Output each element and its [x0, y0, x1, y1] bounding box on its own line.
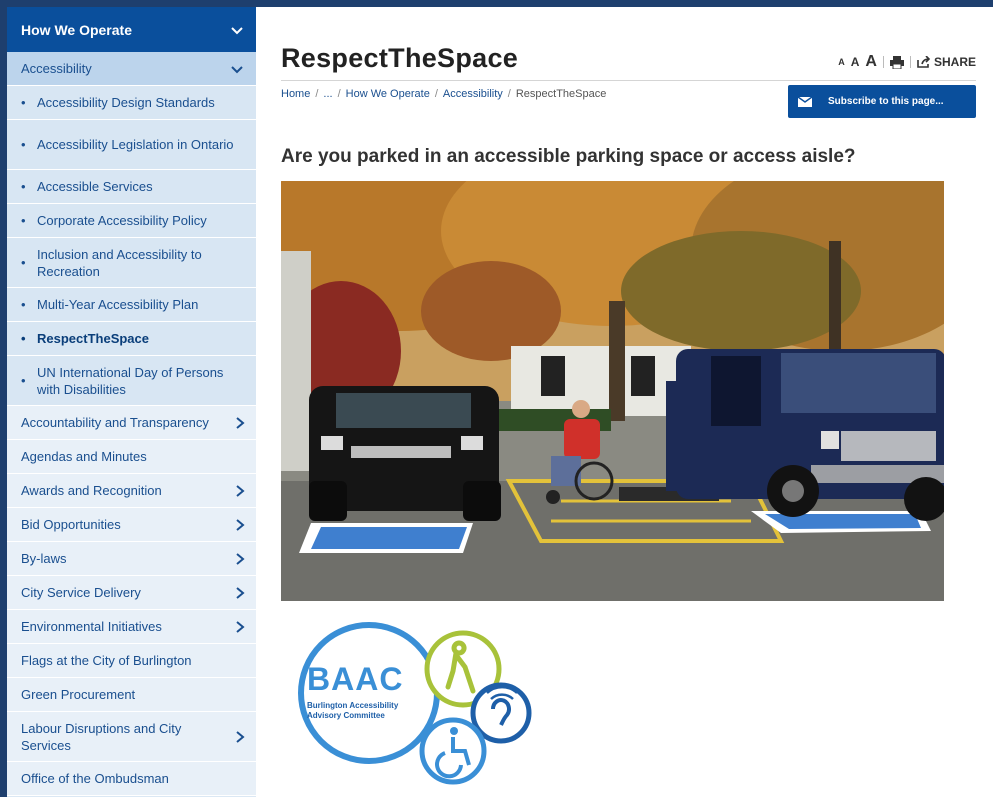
bullet-icon: •: [21, 373, 26, 388]
sidebar-subitem-label: Multi-Year Accessibility Plan: [37, 297, 199, 312]
subscribe-button[interactable]: Subscribe to this page...: [788, 85, 976, 118]
sidebar-subitem-label: Accessibility Legislation in Ontario: [37, 137, 234, 152]
sidebar-item-agendas[interactable]: Agendas and Minutes: [7, 440, 256, 474]
sidebar-subheader-label: Accessibility: [21, 61, 92, 76]
chevron-right-icon: [236, 518, 245, 531]
sidebar-item-label: Green Procurement: [21, 687, 136, 702]
sidebar-item-ombudsman[interactable]: Office of the Ombudsman: [7, 762, 256, 796]
breadcrumb: Home / ... / How We Operate / Accessibil…: [281, 88, 606, 100]
sidebar-item-label: By-laws: [21, 551, 67, 566]
baac-name-line1: Burlington Accessibility: [307, 701, 399, 710]
bullet-icon: •: [21, 331, 26, 346]
top-frame-bar: [0, 0, 993, 7]
baac-logo: BAAC Burlington Accessibility Advisory C…: [293, 621, 533, 787]
breadcrumb-separator: /: [507, 88, 511, 100]
sidebar-subitem-design-standards[interactable]: • Accessibility Design Standards: [7, 86, 256, 120]
bullet-icon: •: [21, 95, 26, 110]
bullet-icon: •: [21, 255, 26, 270]
sidebar-item-green-procurement[interactable]: Green Procurement: [7, 678, 256, 712]
bullet-icon: •: [21, 137, 26, 152]
page-title: RespectTheSpace: [281, 43, 519, 73]
bullet-icon: •: [21, 297, 26, 312]
chevron-right-icon: [236, 730, 245, 743]
sidebar-header-label: How We Operate: [21, 21, 132, 38]
sidebar-item-environmental[interactable]: Environmental Initiatives: [7, 610, 256, 644]
left-frame-bar: [0, 0, 7, 797]
breadcrumb-separator: /: [315, 88, 319, 100]
sidebar-subitem-label: Corporate Accessibility Policy: [37, 213, 207, 228]
share-icon: [917, 56, 931, 68]
sidebar-item-label: Office of the Ombudsman: [21, 771, 169, 786]
sidebar-subitem-respect-the-space[interactable]: • RespectTheSpace: [7, 322, 256, 356]
sidebar-item-bid-opportunities[interactable]: Bid Opportunities: [7, 508, 256, 542]
chevron-right-icon: [236, 416, 245, 429]
sidebar-item-label: Awards and Recognition: [21, 483, 162, 498]
sidebar-subitem-un-day[interactable]: • UN International Day of Persons with D…: [7, 356, 256, 406]
sidebar-item-label: Environmental Initiatives: [21, 619, 162, 634]
breadcrumb-home[interactable]: Home: [281, 88, 310, 100]
page-tools: A A A SHARE: [838, 53, 976, 71]
sidebar-item-bylaws[interactable]: By-laws: [7, 542, 256, 576]
breadcrumb-ellipsis[interactable]: ...: [323, 88, 332, 100]
sidebar-nav: How We Operate Accessibility • Accessibi…: [7, 7, 256, 797]
title-divider: [281, 80, 976, 81]
envelope-icon: [798, 96, 812, 107]
accessible-parking-photo: [281, 181, 944, 601]
sidebar-item-label: Agendas and Minutes: [21, 449, 147, 464]
sidebar-item-label: Flags at the City of Burlington: [21, 653, 192, 668]
sidebar-subheader-accessibility[interactable]: Accessibility: [7, 52, 256, 86]
sidebar-header-how-we-operate[interactable]: How We Operate: [7, 7, 256, 52]
sidebar-subitem-label: Accessible Services: [37, 179, 153, 194]
share-label: SHARE: [933, 55, 976, 69]
share-button[interactable]: SHARE: [917, 55, 976, 69]
sidebar-item-awards[interactable]: Awards and Recognition: [7, 474, 256, 508]
sidebar-subitem-label: UN International Day of Persons with Dis…: [37, 364, 224, 397]
sidebar-subitem-multi-year-plan[interactable]: • Multi-Year Accessibility Plan: [7, 288, 256, 322]
sidebar-subitem-label: RespectTheSpace: [37, 331, 149, 346]
bullet-icon: •: [21, 213, 26, 228]
chevron-right-icon: [236, 484, 245, 497]
chevron-right-icon: [236, 586, 245, 599]
chevron-down-icon: [231, 26, 243, 34]
sidebar-item-city-service-delivery[interactable]: City Service Delivery: [7, 576, 256, 610]
sidebar-item-label: Bid Opportunities: [21, 517, 121, 532]
breadcrumb-accessibility[interactable]: Accessibility: [443, 88, 503, 100]
chevron-down-icon: [231, 65, 243, 73]
sidebar-subitem-inclusion-recreation[interactable]: • Inclusion and Accessibility to Recreat…: [7, 238, 256, 288]
accessibility-submenu: • Accessibility Design Standards • Acces…: [7, 86, 256, 406]
tools-divider: [882, 56, 884, 68]
sidebar-item-label: Labour Disruptions and City Services: [21, 720, 182, 753]
sidebar-subitem-corporate-policy[interactable]: • Corporate Accessibility Policy: [7, 204, 256, 238]
sidebar-item-flags[interactable]: Flags at the City of Burlington: [7, 644, 256, 678]
baac-acronym: BAAC: [307, 661, 404, 697]
print-icon[interactable]: [889, 55, 904, 69]
baac-name-line2: Advisory Committee: [307, 711, 385, 720]
breadcrumb-how-we-operate[interactable]: How We Operate: [346, 88, 430, 100]
font-size-small-button[interactable]: A: [838, 57, 845, 67]
breadcrumb-separator: /: [337, 88, 341, 100]
sidebar-subitem-legislation[interactable]: • Accessibility Legislation in Ontario: [7, 120, 256, 170]
tools-divider: [909, 56, 911, 68]
font-size-large-button[interactable]: A: [865, 53, 877, 71]
sidebar-item-label: Accountability and Transparency: [21, 415, 209, 430]
breadcrumb-current: RespectTheSpace: [515, 88, 607, 100]
sidebar-item-label: City Service Delivery: [21, 585, 141, 600]
sidebar-subitem-label: Accessibility Design Standards: [37, 95, 215, 110]
parking-question-heading: Are you parked in an accessible parking …: [281, 146, 856, 167]
breadcrumb-separator: /: [434, 88, 438, 100]
chevron-right-icon: [236, 620, 245, 633]
subscribe-label: Subscribe to this page...: [828, 96, 944, 107]
chevron-right-icon: [236, 552, 245, 565]
sidebar-item-accountability[interactable]: Accountability and Transparency: [7, 406, 256, 440]
main-content: RespectTheSpace A A A SHARE Home / ... /…: [256, 7, 993, 797]
sidebar-item-labour-disruptions[interactable]: Labour Disruptions and City Services: [7, 712, 256, 762]
bullet-icon: •: [21, 179, 26, 194]
sidebar-subitem-label: Inclusion and Accessibility to Recreatio…: [37, 246, 202, 279]
font-size-medium-button[interactable]: A: [851, 55, 860, 69]
sidebar-subitem-accessible-services[interactable]: • Accessible Services: [7, 170, 256, 204]
